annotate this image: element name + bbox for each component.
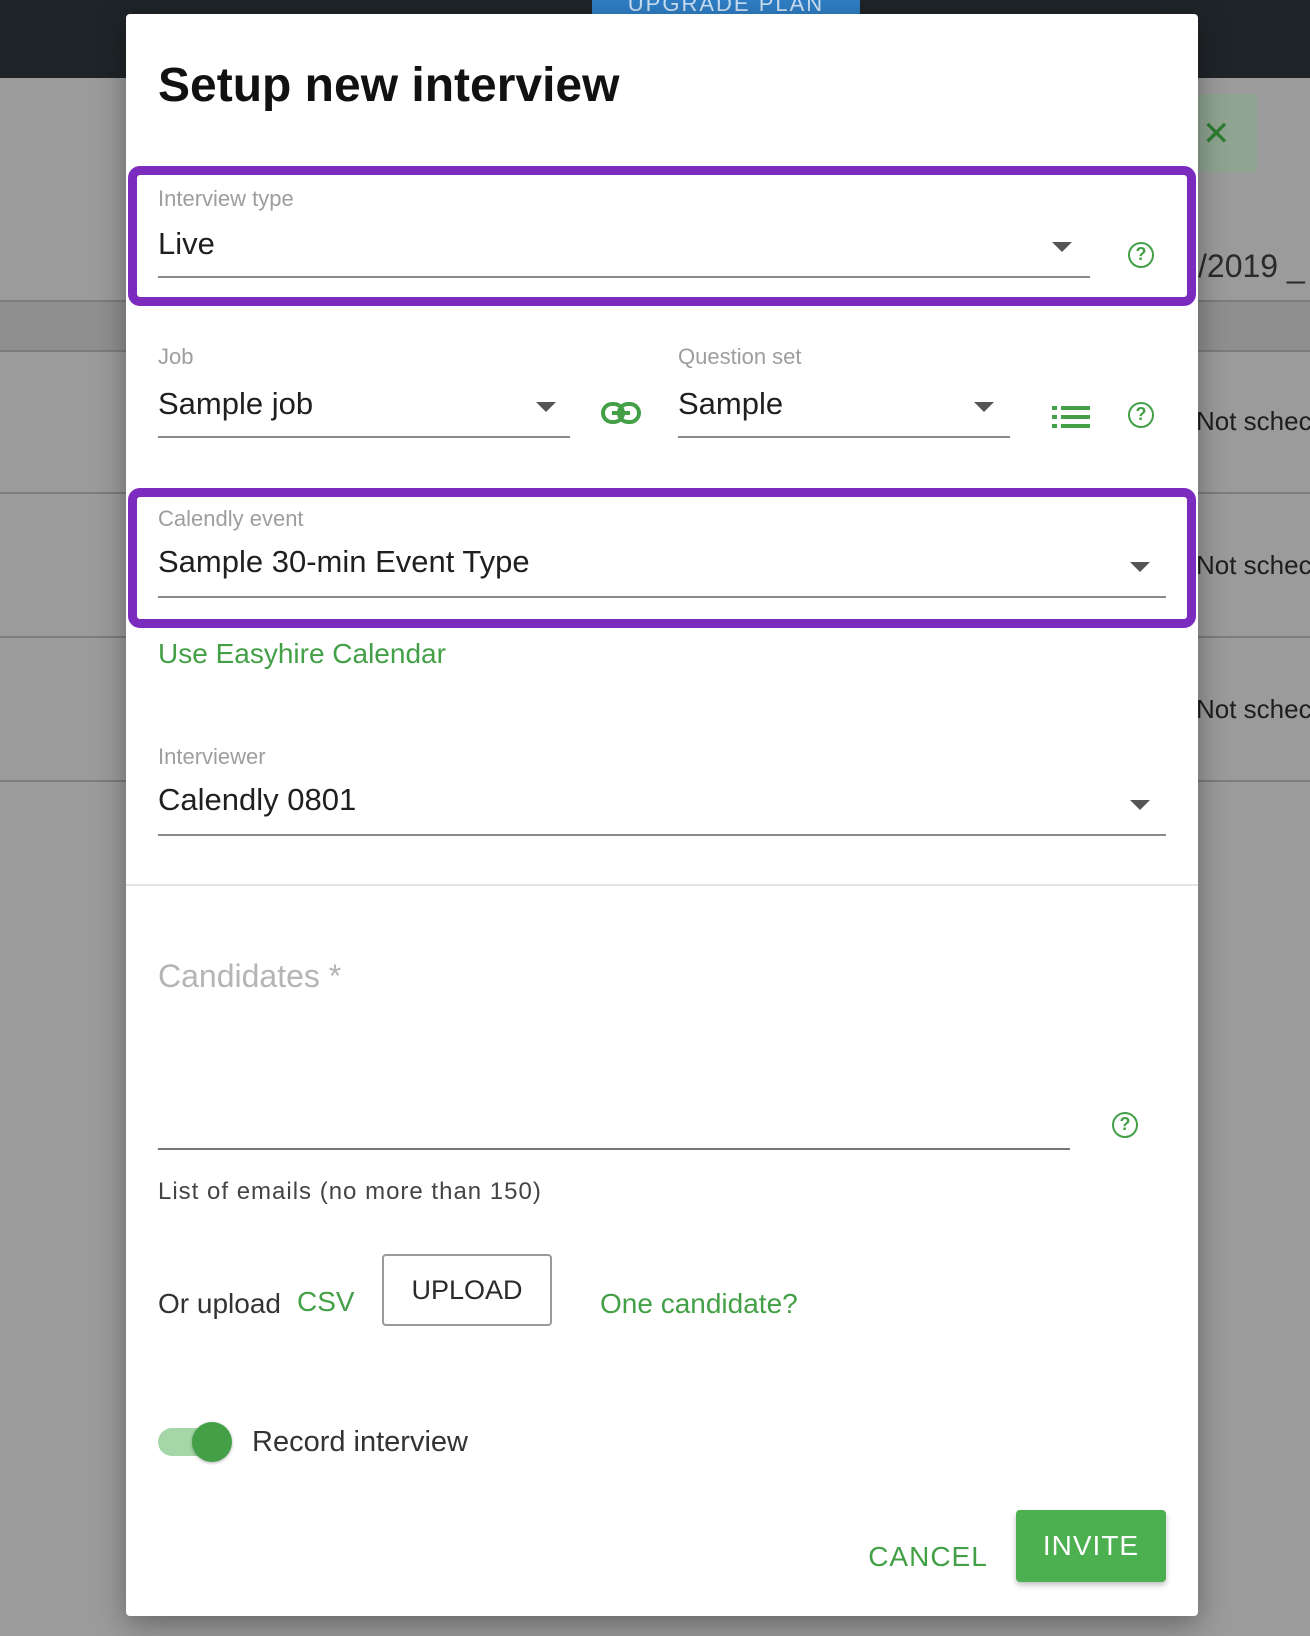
calendly-event-underline <box>158 596 1166 598</box>
csv-link[interactable]: CSV <box>297 1286 355 1318</box>
question-set-underline <box>678 436 1010 438</box>
chevron-down-icon[interactable] <box>1052 242 1072 252</box>
job-select[interactable]: Sample job <box>158 386 313 422</box>
chevron-down-icon[interactable] <box>974 402 994 412</box>
upload-prefix-text: Or upload <box>158 1288 281 1319</box>
close-icon: ✕ <box>1202 115 1231 153</box>
candidates-label: Candidates * <box>158 958 342 994</box>
interviewer-select[interactable]: Calendly 0801 <box>158 782 356 818</box>
dialog-title: Setup new interview <box>158 59 620 112</box>
job-underline <box>158 436 570 438</box>
use-easyhire-calendar-link[interactable]: Use Easyhire Calendar <box>158 638 446 670</box>
candidates-hint: List of emails (no more than 150) <box>158 1178 542 1205</box>
setup-interview-dialog: Setup new interview Interview type Live … <box>126 14 1198 1616</box>
background-date-range: /2019 _ 0 <box>1198 248 1310 284</box>
calendly-event-select[interactable]: Sample 30-min Event Type <box>158 544 530 580</box>
link-icon[interactable] <box>600 400 642 426</box>
candidates-textarea[interactable] <box>158 1148 1070 1150</box>
chevron-down-icon[interactable] <box>1130 562 1150 572</box>
interviewer-underline <box>158 834 1166 836</box>
question-set-label: Question set <box>678 344 802 369</box>
calendly-event-label: Calendly event <box>158 506 304 531</box>
interview-type-select[interactable]: Live <box>158 226 215 262</box>
chevron-down-icon[interactable] <box>1130 800 1150 810</box>
record-interview-label: Record interview <box>252 1426 468 1458</box>
interview-type-underline <box>158 276 1090 278</box>
section-divider <box>126 884 1198 886</box>
background-status: Not schec <box>1196 550 1310 580</box>
help-icon[interactable]: ? <box>1128 402 1154 428</box>
interviewer-label: Interviewer <box>158 744 266 769</box>
chevron-down-icon[interactable] <box>536 402 556 412</box>
help-icon[interactable]: ? <box>1128 242 1154 268</box>
cancel-button[interactable]: CANCEL <box>864 1526 992 1588</box>
interview-type-label: Interview type <box>158 186 294 211</box>
background-status: Not schec <box>1196 406 1310 436</box>
help-icon[interactable]: ? <box>1112 1112 1138 1138</box>
list-icon[interactable] <box>1052 404 1090 430</box>
background-status: Not schec <box>1196 694 1310 724</box>
job-label: Job <box>158 344 194 369</box>
upload-button[interactable]: UPLOAD <box>382 1254 552 1326</box>
question-set-select[interactable]: Sample <box>678 386 783 422</box>
one-candidate-link[interactable]: One candidate? <box>600 1288 798 1320</box>
invite-button[interactable]: INVITE <box>1016 1510 1166 1582</box>
record-toggle-knob[interactable] <box>192 1422 232 1462</box>
